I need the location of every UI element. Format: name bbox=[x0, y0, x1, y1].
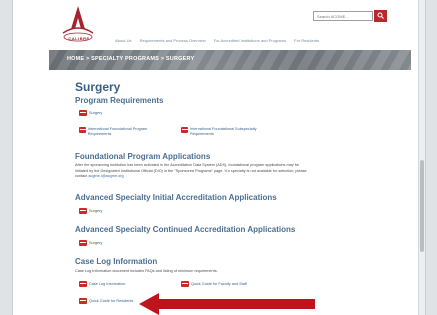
pdf-icon bbox=[79, 208, 87, 214]
section-heading-case-log: Case Log Information bbox=[75, 257, 158, 266]
pdf-icon bbox=[181, 127, 189, 133]
breadcrumb[interactable]: HOME > SPECIALTY PROGRAMS > SURGERY bbox=[67, 56, 194, 62]
search-input[interactable]: Search ACGME... bbox=[313, 11, 373, 21]
link-label: International Foundational Subspecialty … bbox=[190, 127, 257, 136]
link-label: Surgery bbox=[89, 209, 103, 213]
logo-text: CALIBRE bbox=[68, 36, 90, 41]
link-label: Surgery bbox=[89, 241, 103, 245]
browser-page: CALIBRE Search ACGME... About Us Require… bbox=[12, 0, 426, 315]
section-heading-program-requirements: Program Requirements bbox=[75, 96, 164, 105]
scrollbar-thumb[interactable] bbox=[420, 160, 424, 252]
nav-accredited-institutions[interactable]: For Accredited Institutions and Programs bbox=[214, 38, 286, 43]
section-heading-foundational-applications: Foundational Program Applications bbox=[75, 152, 211, 161]
nav-about-us[interactable]: About Us bbox=[115, 38, 131, 43]
search-button[interactable] bbox=[374, 10, 387, 22]
pdf-icon bbox=[79, 127, 86, 133]
pdf-icon bbox=[79, 110, 87, 116]
link-label: Surgery bbox=[89, 111, 103, 115]
case-log-text: Case Log Information document includes F… bbox=[75, 269, 218, 273]
pdf-icon bbox=[79, 240, 87, 246]
pdf-link-intl-foundational-program[interactable]: International Foundational Program Requi… bbox=[79, 127, 159, 137]
contact-email-link[interactable]: acgme-i@acgme.org bbox=[88, 174, 123, 178]
annotation-arrow-icon bbox=[139, 293, 315, 315]
nav-requirements[interactable]: Requirements and Process Overview bbox=[140, 38, 206, 43]
search-icon bbox=[377, 12, 384, 19]
section-heading-advanced-initial: Advanced Specialty Initial Accreditation… bbox=[75, 193, 277, 202]
nav-for-residents[interactable]: For Residents bbox=[294, 38, 319, 43]
section-heading-advanced-continued: Advanced Specialty Continued Accreditati… bbox=[75, 225, 296, 234]
top-nav: About Us Requirements and Process Overvi… bbox=[115, 38, 326, 43]
page-title: Surgery bbox=[75, 80, 121, 94]
link-label: Quick Guide for Residents bbox=[89, 299, 134, 303]
pdf-icon bbox=[181, 281, 189, 287]
foundational-applications-text: After the sponsoring institution has bee… bbox=[75, 163, 307, 180]
pdf-icon bbox=[79, 298, 87, 304]
pdf-link-surgery-requirements[interactable]: Surgery bbox=[79, 110, 102, 116]
pdf-link-case-log-information[interactable]: Case Log Information bbox=[79, 281, 125, 287]
pdf-link-surgery-initial[interactable]: Surgery bbox=[79, 208, 102, 214]
page-banner: HOME > SPECIALTY PROGRAMS > SURGERY bbox=[49, 50, 411, 70]
vertical-scrollbar[interactable] bbox=[418, 0, 425, 315]
pdf-link-quick-guide-residents[interactable]: Quick Guide for Residents bbox=[79, 298, 133, 304]
link-label: Case Log Information bbox=[89, 282, 126, 286]
pdf-link-quick-guide-faculty[interactable]: Quick Guide for Faculty and Staff bbox=[181, 281, 247, 287]
pdf-icon bbox=[79, 281, 87, 287]
link-label: International Foundational Program Requi… bbox=[87, 127, 148, 136]
pdf-link-surgery-continued[interactable]: Surgery bbox=[79, 240, 102, 246]
link-label: Quick Guide for Faculty and Staff bbox=[191, 282, 247, 286]
pdf-link-intl-foundational-subspecialty[interactable]: International Foundational Subspecialty … bbox=[181, 127, 271, 137]
